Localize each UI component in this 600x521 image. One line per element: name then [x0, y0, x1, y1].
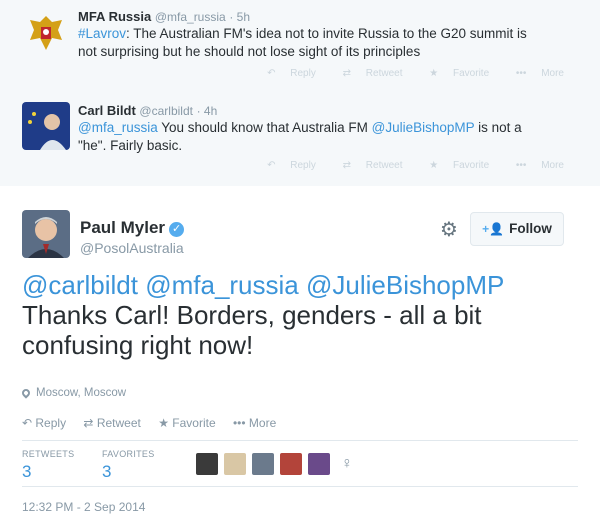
follow-button[interactable]: +👤 Follow	[470, 212, 564, 246]
reply-tweet-carl-bildt[interactable]: Carl Bildt @carlbildt · 4h @mfa_russia Y…	[0, 94, 600, 187]
tweet-text-line1: : The Australian FM's idea not to invite…	[126, 26, 527, 41]
author-name[interactable]: Paul Myler ✓	[80, 218, 185, 238]
divider	[22, 486, 578, 487]
avatar[interactable]	[22, 10, 70, 58]
coat-of-arms-icon	[22, 10, 70, 58]
favorite-label: Favorite	[172, 416, 216, 430]
verified-icon: ✓	[169, 222, 185, 237]
favorites-label: FAVORITES	[102, 449, 155, 459]
more-icon: •••	[515, 68, 530, 79]
hashtag-link[interactable]: #Lavrov	[78, 26, 126, 41]
retweet-label: Retweet	[365, 68, 403, 79]
retweet-action[interactable]: ⇄ Retweet	[83, 416, 140, 430]
more-action[interactable]: ••• More	[504, 68, 564, 79]
tweet-text-line1: Thanks Carl! Borders, genders - all a bi…	[22, 300, 482, 330]
favorite-icon: ★	[158, 416, 173, 430]
tweet-text-line2: confusing right now!	[22, 330, 254, 360]
tweet-text: @mfa_russia You should know that Austral…	[78, 119, 578, 155]
more-label: More	[541, 160, 564, 171]
favorite-label: Favorite	[453, 68, 490, 79]
tweet-text-line2: "he". Fairly basic.	[78, 138, 183, 153]
retweet-action[interactable]: ⇄ Retweet	[331, 68, 403, 79]
reply-action[interactable]: ↶ Reply	[255, 160, 316, 171]
retweet-icon: ⇄	[342, 68, 354, 79]
more-icon: •••	[232, 416, 249, 430]
favorite-label: Favorite	[453, 160, 490, 171]
follow-icon: +👤	[482, 222, 505, 236]
retweets-label: RETWEETS	[22, 449, 75, 459]
favorites-count[interactable]: 3	[102, 462, 111, 482]
more-icon: •••	[515, 160, 530, 171]
location-icon	[20, 387, 32, 399]
reply-label: Reply	[35, 416, 67, 430]
mention-link[interactable]: @mfa_russia	[78, 120, 158, 135]
reply-label: Reply	[290, 68, 316, 79]
tweet-text: #Lavrov: The Australian FM's idea not to…	[78, 25, 578, 61]
reply-icon: ↶	[267, 68, 279, 79]
author-name-text: Paul Myler	[80, 218, 166, 237]
favoriter-avatar[interactable]	[224, 453, 246, 475]
retweet-label: Retweet	[365, 160, 403, 171]
favoriter-avatar[interactable]	[196, 453, 218, 475]
location-text: Moscow, Moscow	[36, 387, 127, 399]
author-name[interactable]: Carl Bildt	[78, 103, 136, 118]
reply-label: Reply	[290, 160, 316, 171]
favorite-action[interactable]: ★ Favorite	[417, 160, 489, 171]
avatar[interactable]	[22, 102, 70, 150]
retweets-count[interactable]: 3	[22, 462, 31, 482]
author-handle[interactable]: @mfa_russia	[155, 10, 226, 24]
more-action[interactable]: ••• More	[504, 160, 564, 171]
tweet-time[interactable]: · 5h	[229, 10, 250, 24]
retweet-icon: ⇄	[83, 416, 97, 430]
avatar-photo-icon	[22, 102, 70, 150]
tweet-text-line2: not surprising but he should not lose si…	[78, 44, 421, 59]
favorite-icon: ★	[429, 68, 442, 79]
author-handle[interactable]: @carlbildt	[139, 104, 193, 118]
follow-label: Follow	[509, 221, 552, 236]
mentions-link[interactable]: @carlbildt @mfa_russia @JulieBishopMP	[22, 270, 504, 300]
retweet-icon: ⇄	[342, 160, 354, 171]
main-tweet: Paul Myler ✓ @PosolAustralia ⚙ +👤 Follow @…	[0, 186, 600, 521]
tweet-actions: ↶ Reply ⇄ Retweet ★ Favorite ••• More	[243, 160, 564, 171]
avatar[interactable]	[22, 210, 70, 258]
reply-action[interactable]: ↶ Reply	[255, 68, 316, 79]
gear-icon[interactable]: ⚙	[440, 220, 460, 240]
author-handle[interactable]: @PosolAustralia	[80, 240, 184, 256]
reply-icon: ↶	[267, 160, 279, 171]
favoriter-avatar[interactable]	[280, 453, 302, 475]
reply-icon: ↶	[22, 416, 36, 430]
favorite-action[interactable]: ★ Favorite	[417, 68, 489, 79]
tweet-text-mid: You should know that Australia FM	[157, 120, 372, 135]
tweet-actions: ↶ Reply ⇄ Retweet ★ Favorite ••• More	[22, 416, 290, 430]
tweet-time[interactable]: · 4h	[197, 104, 218, 118]
mention-link[interactable]: @JulieBishopMP	[372, 120, 475, 135]
more-label: More	[248, 416, 277, 430]
favoriter-avatar[interactable]: ♀	[336, 453, 358, 475]
more-action[interactable]: ••• More	[233, 416, 276, 430]
divider	[22, 440, 578, 441]
favoriter-avatar[interactable]	[308, 453, 330, 475]
more-label: More	[541, 68, 564, 79]
tweet-text-end: is not a	[474, 120, 522, 135]
favoriter-avatar[interactable]	[252, 453, 274, 475]
tweet-timestamp[interactable]: 12:32 PM - 2 Sep 2014	[22, 500, 145, 514]
reply-action[interactable]: ↶ Reply	[22, 416, 66, 430]
avatar-photo-icon	[22, 210, 70, 258]
favorite-action[interactable]: ★ Favorite	[158, 416, 215, 430]
retweet-action[interactable]: ⇄ Retweet	[331, 160, 403, 171]
tweet-text: @carlbildt @mfa_russia @JulieBishopMP Th…	[22, 270, 582, 360]
retweet-label: Retweet	[96, 416, 141, 430]
tweet-location[interactable]: Moscow, Moscow	[20, 387, 127, 399]
tweet-actions: ↶ Reply ⇄ Retweet ★ Favorite ••• More	[243, 68, 564, 79]
favorite-icon: ★	[429, 160, 442, 171]
author-name[interactable]: MFA Russia	[78, 9, 151, 24]
reply-tweet-mfa-russia[interactable]: MFA Russia @mfa_russia · 5h #Lavrov: The…	[0, 0, 600, 95]
